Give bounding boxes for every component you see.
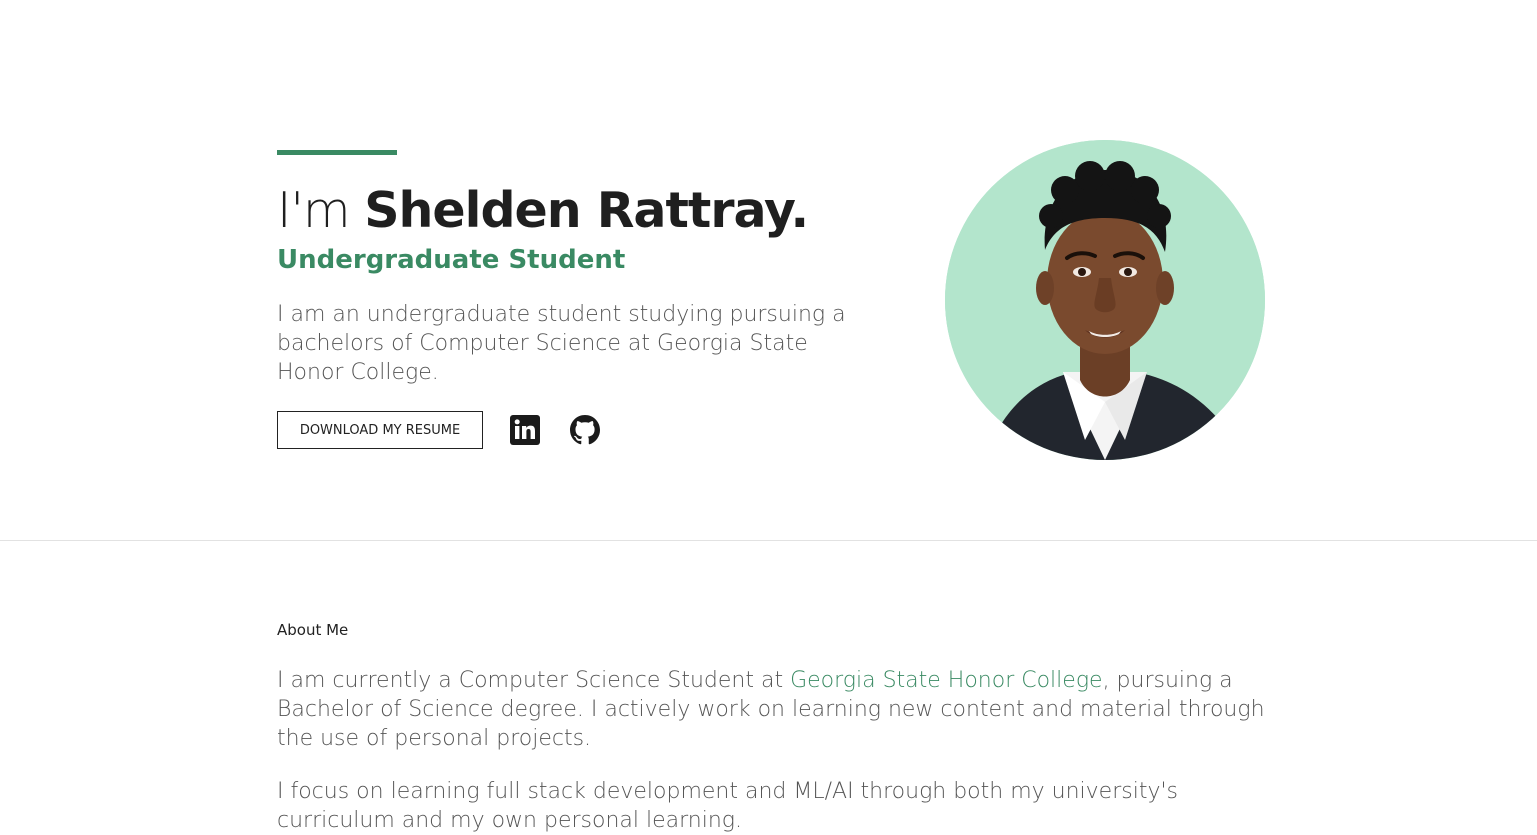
about-heading: About Me <box>277 621 349 639</box>
github-icon <box>570 415 600 445</box>
github-link[interactable] <box>569 414 601 446</box>
profile-portrait <box>945 140 1265 460</box>
accent-bar <box>277 150 397 155</box>
about-section: About Me I am currently a Computer Scien… <box>277 620 1267 835</box>
hero-section: I'm Shelden Rattray. Undergraduate Stude… <box>0 0 1537 541</box>
linkedin-icon <box>510 415 540 445</box>
hero-role: Undergraduate Student <box>277 245 626 275</box>
about-p1-text-before: I am currently a Computer Science Studen… <box>277 668 791 693</box>
linkedin-link[interactable] <box>509 414 541 446</box>
hero-name: Shelden Rattray. <box>364 182 809 239</box>
profile-photo <box>945 140 1265 460</box>
hero-greeting: I'm <box>277 182 365 239</box>
hero-headline: I'm Shelden Rattray. <box>277 180 809 242</box>
hero-actions: DOWNLOAD MY RESUME <box>277 411 601 449</box>
about-paragraph-2: I focus on learning full stack developme… <box>277 779 1178 833</box>
georgia-state-honor-college-link[interactable]: Georgia State Honor College <box>790 668 1102 693</box>
hero-intro: I am an undergraduate student studying p… <box>277 302 846 385</box>
about-paragraph-1: I am currently a Computer Science Studen… <box>277 666 1267 753</box>
download-resume-button[interactable]: DOWNLOAD MY RESUME <box>277 411 483 449</box>
